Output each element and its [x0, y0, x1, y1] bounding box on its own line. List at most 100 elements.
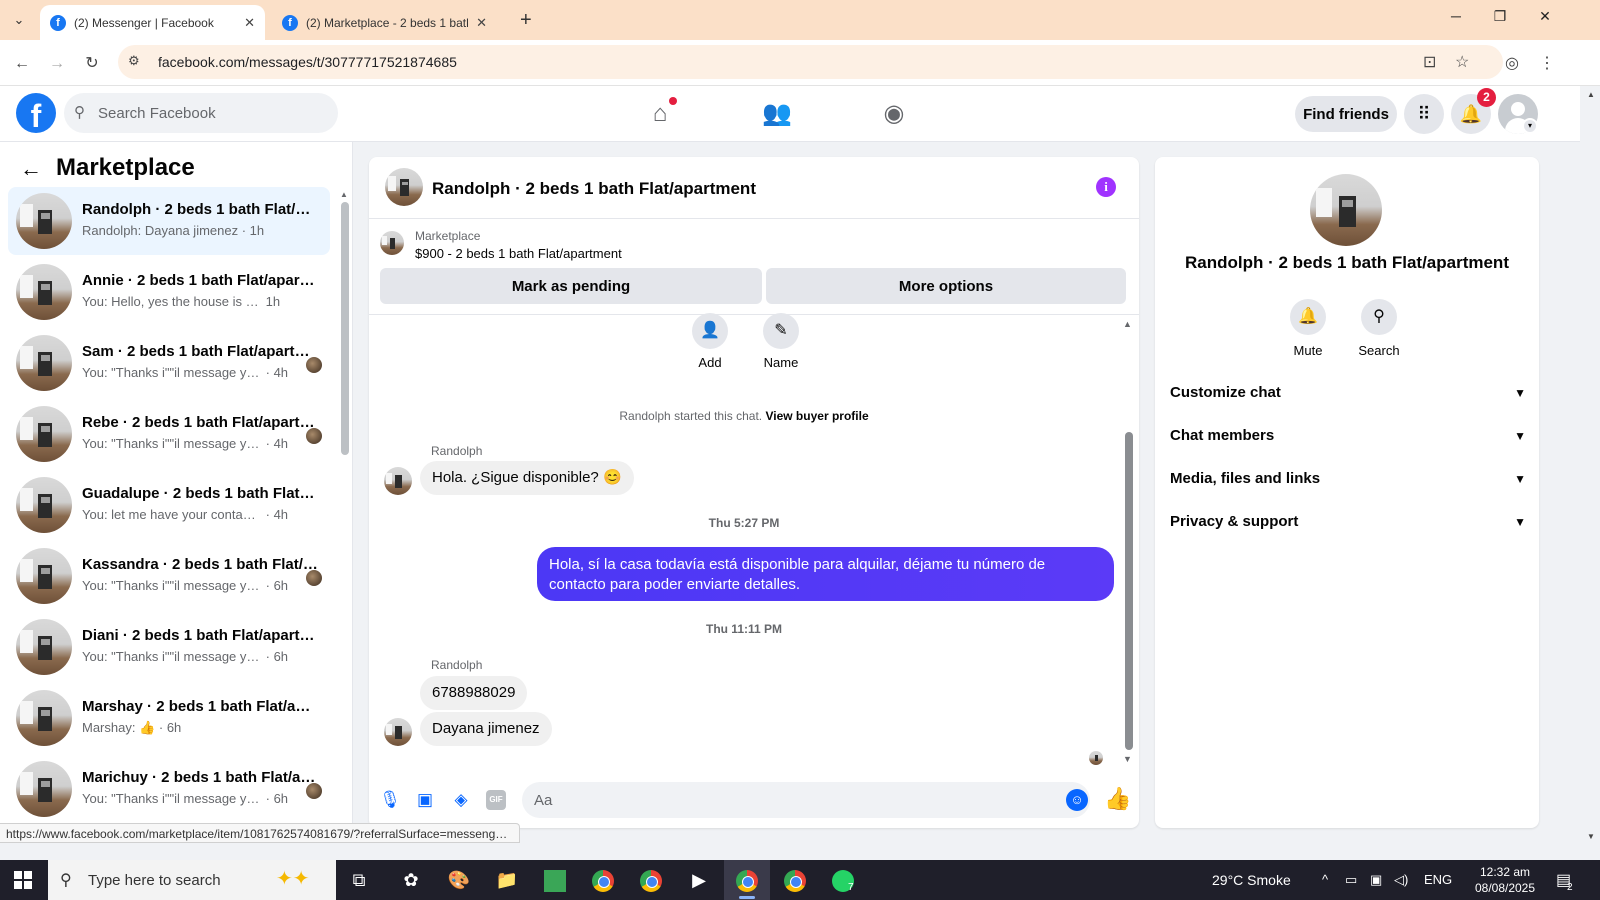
- new-tab-plus-icon[interactable]: +: [520, 8, 532, 32]
- chat-info-avatar[interactable]: [1310, 174, 1382, 246]
- close-icon[interactable]: ✕: [476, 15, 487, 31]
- page-scroll-up-arrow[interactable]: ▲: [1587, 90, 1595, 99]
- clock-date: 08/08/2025: [1474, 881, 1536, 895]
- taskbar-search[interactable]: ⚲ Type here to search ✦✦: [48, 860, 336, 900]
- chat-list-item[interactable]: Marshay · 2 beds 1 bath Flat/apartment Ma…: [8, 684, 330, 752]
- chrome-profile-icon[interactable]: [628, 860, 674, 900]
- chrome-icon[interactable]: [580, 860, 626, 900]
- network-icon[interactable]: ▣: [1370, 872, 1382, 888]
- tab-search-chevron-icon[interactable]: ⌄: [6, 8, 32, 32]
- friends-icon[interactable]: 👥: [761, 98, 793, 130]
- chrome-second-profile-icon[interactable]: [772, 860, 818, 900]
- info-icon[interactable]: i: [1096, 177, 1116, 197]
- section-media-files-links[interactable]: Media, files and links ▼: [1170, 459, 1526, 499]
- last-message-text: You: Hello, yes the house is still avail…: [82, 294, 262, 309]
- forward-arrow-icon[interactable]: →: [45, 52, 69, 76]
- install-app-icon[interactable]: ⊡: [1423, 52, 1436, 72]
- tray-chevron-up-icon[interactable]: ^: [1322, 872, 1328, 887]
- bell-icon: 🔔: [1290, 299, 1326, 335]
- facebook-logo-icon[interactable]: f: [16, 93, 56, 133]
- omnibox[interactable]: ⚙ facebook.com/messages/t/30777717521874…: [118, 45, 1503, 79]
- section-privacy-support[interactable]: Privacy & support ▼: [1170, 502, 1526, 542]
- sticker-icon[interactable]: ◈: [450, 789, 472, 811]
- sender-avatar[interactable]: [384, 718, 412, 746]
- taskbar-clock[interactable]: 12:32 am 08/08/2025: [1470, 864, 1540, 896]
- windows-start-icon[interactable]: [14, 871, 32, 889]
- listing-thumbnail[interactable]: [380, 231, 404, 255]
- spreadsheet-app-icon[interactable]: [532, 860, 578, 900]
- weather-widget[interactable]: 29°C Smoke: [1212, 872, 1291, 888]
- meet-icon[interactable]: ▭: [1345, 872, 1357, 888]
- bookmark-star-icon[interactable]: ☆: [1455, 52, 1469, 72]
- emoji-icon[interactable]: ☺: [1066, 789, 1088, 811]
- thumbs-up-icon[interactable]: 👍: [1104, 786, 1131, 812]
- incoming-message[interactable]: Hola. ¿Sigue disponible? 😊: [420, 461, 634, 495]
- chat-list-item[interactable]: Rebe · 2 beds 1 bath Flat/apartment You: …: [8, 400, 330, 468]
- incoming-message[interactable]: Dayana jimenez: [420, 712, 552, 746]
- volume-icon[interactable]: ◁): [1394, 872, 1408, 888]
- chat-list-item[interactable]: Guadalupe · 2 beds 1 bath Flat/apartment…: [8, 471, 330, 539]
- tab-marketplace[interactable]: f (2) Marketplace - 2 beds 1 bath ✕: [272, 5, 497, 40]
- mark-as-pending-button[interactable]: Mark as pending: [380, 268, 762, 304]
- outgoing-message[interactable]: Hola, sí la casa todavía está disponible…: [537, 547, 1114, 601]
- chat-list-item[interactable]: Marichuy · 2 beds 1 bath Flat/apartment Y…: [8, 755, 330, 823]
- section-chat-members[interactable]: Chat members ▼: [1170, 416, 1526, 456]
- chevron-down-icon[interactable]: ▾: [1522, 118, 1538, 134]
- microphone-icon[interactable]: 🎙: [379, 789, 401, 811]
- facebook-search[interactable]: ⚲: [64, 93, 338, 133]
- page-scroll-down-arrow[interactable]: ▼: [1587, 832, 1595, 841]
- conversation-avatar[interactable]: [385, 168, 423, 206]
- find-friends-button[interactable]: Find friends: [1295, 96, 1397, 132]
- search-input[interactable]: [98, 101, 328, 125]
- view-buyer-profile-link[interactable]: View buyer profile: [765, 409, 868, 423]
- chrome-active-icon[interactable]: [724, 860, 770, 900]
- minimize-icon[interactable]: ─: [1436, 8, 1476, 24]
- chat-last-message: You: "Thanks i""il message you in a · 4h: [82, 365, 312, 380]
- search-in-chat-button[interactable]: ⚲ Search: [1344, 299, 1414, 358]
- seen-avatar: [306, 783, 322, 799]
- groups-icon[interactable]: ◉: [878, 98, 910, 130]
- conversation-title[interactable]: Randolph · 2 beds 1 bath Flat/apartment: [432, 179, 756, 199]
- back-arrow-icon[interactable]: ←: [10, 52, 34, 76]
- message-input[interactable]: [522, 782, 1090, 818]
- tab-messenger[interactable]: f (2) Messenger | Facebook ✕: [40, 5, 265, 40]
- gif-icon[interactable]: GIF: [486, 790, 506, 810]
- scroll-down-arrow[interactable]: ▼: [1123, 754, 1132, 764]
- profile-icon[interactable]: ◎: [1500, 52, 1524, 76]
- sender-avatar[interactable]: [384, 467, 412, 495]
- mute-button[interactable]: 🔔 Mute: [1273, 299, 1343, 358]
- back-arrow-icon[interactable]: ←: [20, 156, 42, 182]
- browser-menu-icon[interactable]: ⋮: [1535, 52, 1559, 76]
- url-text[interactable]: facebook.com/messages/t/3077771752187468…: [158, 54, 457, 70]
- chat-list-item[interactable]: Kassandra · 2 beds 1 bath Flat/apartment…: [8, 542, 330, 610]
- window-close-icon[interactable]: ✕: [1525, 8, 1565, 25]
- chat-list-scrollbar[interactable]: [341, 202, 349, 455]
- photo-icon[interactable]: ▣: [414, 789, 436, 811]
- chat-list-item[interactable]: Randolph · 2 beds 1 bath Flat/apartment R…: [8, 187, 330, 255]
- whatsapp-icon[interactable]: 7: [820, 860, 866, 900]
- last-message-time: · 6h: [265, 649, 289, 664]
- file-explorer-icon[interactable]: 📁: [484, 860, 530, 900]
- chat-list-item[interactable]: Sam · 2 beds 1 bath Flat/apartment You: "…: [8, 329, 330, 397]
- incoming-message[interactable]: 6788988029: [420, 676, 528, 710]
- scroll-up-arrow[interactable]: ▲: [340, 190, 348, 199]
- quick-action-name[interactable]: ✎ Name: [736, 313, 826, 370]
- reload-icon[interactable]: ↻: [80, 52, 104, 76]
- task-view-icon[interactable]: ⧉: [336, 860, 382, 900]
- chat-list-item[interactable]: Annie · 2 beds 1 bath Flat/apartment You:…: [8, 258, 330, 326]
- section-customize-chat[interactable]: Customize chat ▼: [1170, 373, 1526, 413]
- menu-grid-icon[interactable]: ⠿: [1404, 94, 1444, 134]
- close-icon[interactable]: ✕: [244, 15, 255, 31]
- listing-title[interactable]: $900 - 2 beds 1 bath Flat/apartment: [415, 246, 622, 261]
- paint-icon[interactable]: 🎨: [436, 860, 482, 900]
- site-info-icon[interactable]: ⚙: [128, 53, 140, 69]
- language-indicator[interactable]: ENG: [1424, 872, 1452, 887]
- home-notification-dot: [669, 97, 677, 105]
- message-scrollbar[interactable]: [1125, 432, 1133, 750]
- more-options-button[interactable]: More options: [766, 268, 1126, 304]
- code-editor-icon[interactable]: ▶: [676, 860, 722, 900]
- chat-list-item[interactable]: Diani · 2 beds 1 bath Flat/apartment You:…: [8, 613, 330, 681]
- scroll-up-arrow[interactable]: ▲: [1123, 319, 1132, 329]
- copilot-icon[interactable]: ✿: [388, 860, 434, 900]
- restore-icon[interactable]: ❐: [1480, 8, 1520, 25]
